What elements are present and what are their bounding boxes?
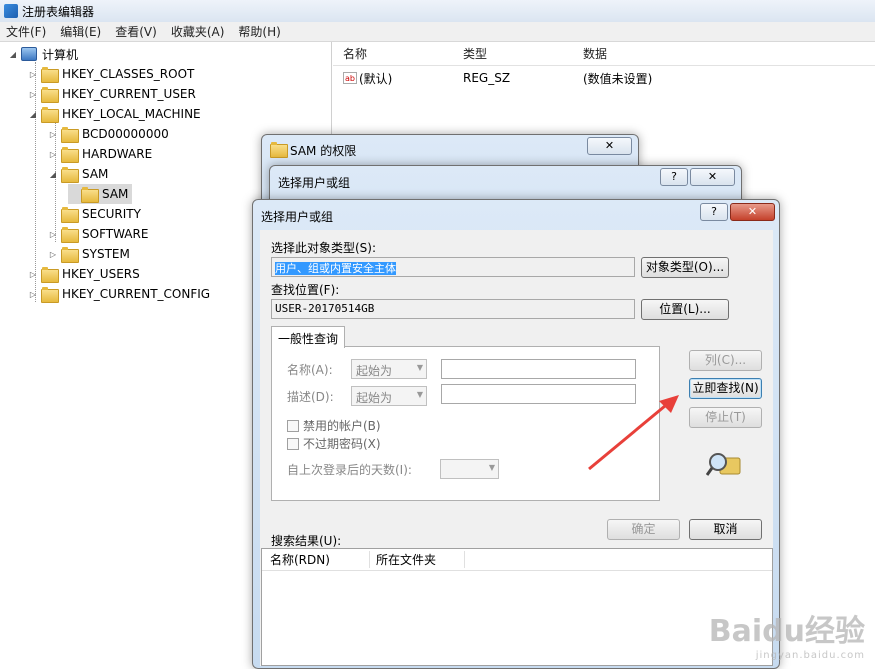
- name-input[interactable]: [441, 359, 636, 379]
- search-magnifier-icon: [705, 450, 742, 483]
- tree-item-security[interactable]: SECURITY: [48, 204, 141, 224]
- search-results-list[interactable]: 名称(RDN) 所在文件夹: [261, 548, 773, 666]
- expand-arrow-icon[interactable]: ▷: [48, 130, 58, 139]
- locations-button[interactable]: 位置(L)...: [641, 299, 729, 320]
- location-field: USER-20170514GB: [271, 299, 635, 319]
- tree-item-computer[interactable]: ◢ 计算机: [8, 44, 78, 64]
- title-bar: 注册表编辑器: [0, 0, 875, 22]
- window-title: 注册表编辑器: [22, 4, 95, 19]
- folder-icon: [61, 127, 79, 143]
- menu-bar: 文件(F) 编辑(E) 查看(V) 收藏夹(A) 帮助(H): [0, 22, 875, 42]
- tree-item-software[interactable]: ▷ SOFTWARE: [48, 224, 148, 244]
- tab-general-query[interactable]: 一般性查询: [271, 326, 346, 348]
- tree-item-hkcc[interactable]: ▷ HKEY_CURRENT_CONFIG: [28, 284, 210, 304]
- expand-arrow-icon[interactable]: ▷: [48, 150, 58, 159]
- help-button[interactable]: ?: [660, 168, 688, 186]
- close-button[interactable]: ✕: [587, 137, 632, 155]
- close-button[interactable]: ✕: [730, 203, 775, 221]
- chevron-down-icon: ▼: [416, 390, 423, 399]
- folder-icon: [61, 227, 79, 243]
- menu-help[interactable]: 帮助(H): [238, 23, 280, 40]
- expand-arrow-icon[interactable]: ▷: [28, 270, 38, 279]
- dialog-title: 选择用户或组: [261, 210, 334, 224]
- tree-item-system[interactable]: ▷ SYSTEM: [48, 244, 130, 264]
- find-now-button[interactable]: 立即查找(N): [689, 378, 762, 399]
- object-types-button[interactable]: 对象类型(O)...: [641, 257, 729, 278]
- stop-button[interactable]: 停止(T): [689, 407, 762, 428]
- name-label: 名称(A):: [287, 363, 333, 377]
- folder-icon: [41, 287, 59, 303]
- folder-icon: [81, 187, 99, 203]
- cancel-button[interactable]: 取消: [689, 519, 762, 540]
- tree-item-hardware[interactable]: ▷ HARDWARE: [48, 144, 152, 164]
- list-header: 名称 类型 数据: [333, 42, 875, 66]
- menu-view[interactable]: 查看(V): [115, 23, 157, 40]
- folder-icon: [61, 247, 79, 263]
- description-match-combo[interactable]: 起始为 ▼: [351, 386, 427, 406]
- no-expire-checkbox[interactable]: 不过期密码(X): [287, 435, 381, 452]
- results-label: 搜索结果(U):: [271, 534, 342, 548]
- close-button[interactable]: ✕: [690, 168, 735, 186]
- folder-icon: [61, 147, 79, 163]
- menu-favorites[interactable]: 收藏夹(A): [171, 23, 225, 40]
- folder-icon: [41, 67, 59, 83]
- object-type-label: 选择此对象类型(S):: [271, 241, 377, 255]
- object-type-field: 用户、组或内置安全主体: [271, 257, 635, 277]
- days-combo[interactable]: ▼: [440, 459, 499, 479]
- folder-icon: [41, 107, 59, 123]
- results-header: 名称(RDN) 所在文件夹: [262, 549, 772, 571]
- select-users-dialog[interactable]: 选择用户或组 ? ✕ 选择此对象类型(S): 用户、组或内置安全主体 对象类型(…: [252, 199, 780, 669]
- days-label: 自上次登录后的天数(I):: [287, 463, 412, 477]
- dialog-body: 选择此对象类型(S): 用户、组或内置安全主体 对象类型(O)... 查找位置(…: [260, 230, 773, 666]
- expand-arrow-icon[interactable]: ▷: [48, 250, 58, 259]
- tree-item-hkcu[interactable]: ▷ HKEY_CURRENT_USER: [28, 84, 196, 104]
- chevron-down-icon: ▼: [488, 463, 495, 472]
- expand-arrow-icon[interactable]: ▷: [28, 290, 38, 299]
- tree-item-bcd[interactable]: ▷ BCD00000000: [48, 124, 169, 144]
- folder-icon: [270, 142, 288, 158]
- column-data[interactable]: 数据: [583, 45, 607, 62]
- collapse-arrow-icon[interactable]: ◢: [48, 170, 58, 179]
- permissions-title: SAM 的权限: [290, 144, 357, 158]
- folder-icon: [61, 207, 79, 223]
- disabled-accounts-checkbox[interactable]: 禁用的帐户(B): [287, 417, 381, 434]
- column-folder[interactable]: 所在文件夹: [370, 551, 465, 568]
- menu-edit[interactable]: 编辑(E): [60, 23, 101, 40]
- collapse-arrow-icon[interactable]: ◢: [8, 50, 18, 59]
- list-item[interactable]: ab (默认) REG_SZ (数值未设置): [333, 68, 875, 88]
- location-label: 查找位置(F):: [271, 283, 340, 297]
- columns-button[interactable]: 列(C)...: [689, 350, 762, 371]
- expand-arrow-icon[interactable]: ▷: [28, 70, 38, 79]
- tree-item-sam-sam[interactable]: SAM: [68, 184, 133, 204]
- expand-arrow-icon[interactable]: ▷: [48, 230, 58, 239]
- ok-button[interactable]: 确定: [607, 519, 680, 540]
- tree-item-sam[interactable]: ◢ SAM: [48, 164, 108, 184]
- regedit-icon: [4, 4, 18, 18]
- tree-item-hklm[interactable]: ◢ HKEY_LOCAL_MACHINE: [28, 104, 201, 124]
- chevron-down-icon: ▼: [416, 363, 423, 372]
- baidu-watermark: Baidu经验 jingyan.baidu.com: [708, 614, 865, 661]
- tree-item-hkcr[interactable]: ▷ HKEY_CLASSES_ROOT: [28, 64, 194, 84]
- folder-icon: [41, 267, 59, 283]
- collapse-arrow-icon[interactable]: ◢: [28, 110, 38, 119]
- string-value-icon: ab: [343, 72, 357, 84]
- column-type[interactable]: 类型: [463, 45, 487, 62]
- tree-item-hku[interactable]: ▷ HKEY_USERS: [28, 264, 140, 284]
- folder-icon: [41, 87, 59, 103]
- folder-icon: [61, 167, 79, 183]
- annotation-arrow-icon: [588, 395, 679, 471]
- expand-arrow-icon[interactable]: ▷: [28, 90, 38, 99]
- column-rdn[interactable]: 名称(RDN): [270, 551, 370, 568]
- name-match-combo[interactable]: 起始为 ▼: [351, 359, 427, 379]
- computer-icon: [21, 47, 37, 61]
- column-name[interactable]: 名称: [343, 45, 367, 62]
- menu-file[interactable]: 文件(F): [6, 23, 46, 40]
- help-button[interactable]: ?: [700, 203, 728, 221]
- description-label: 描述(D):: [287, 390, 334, 404]
